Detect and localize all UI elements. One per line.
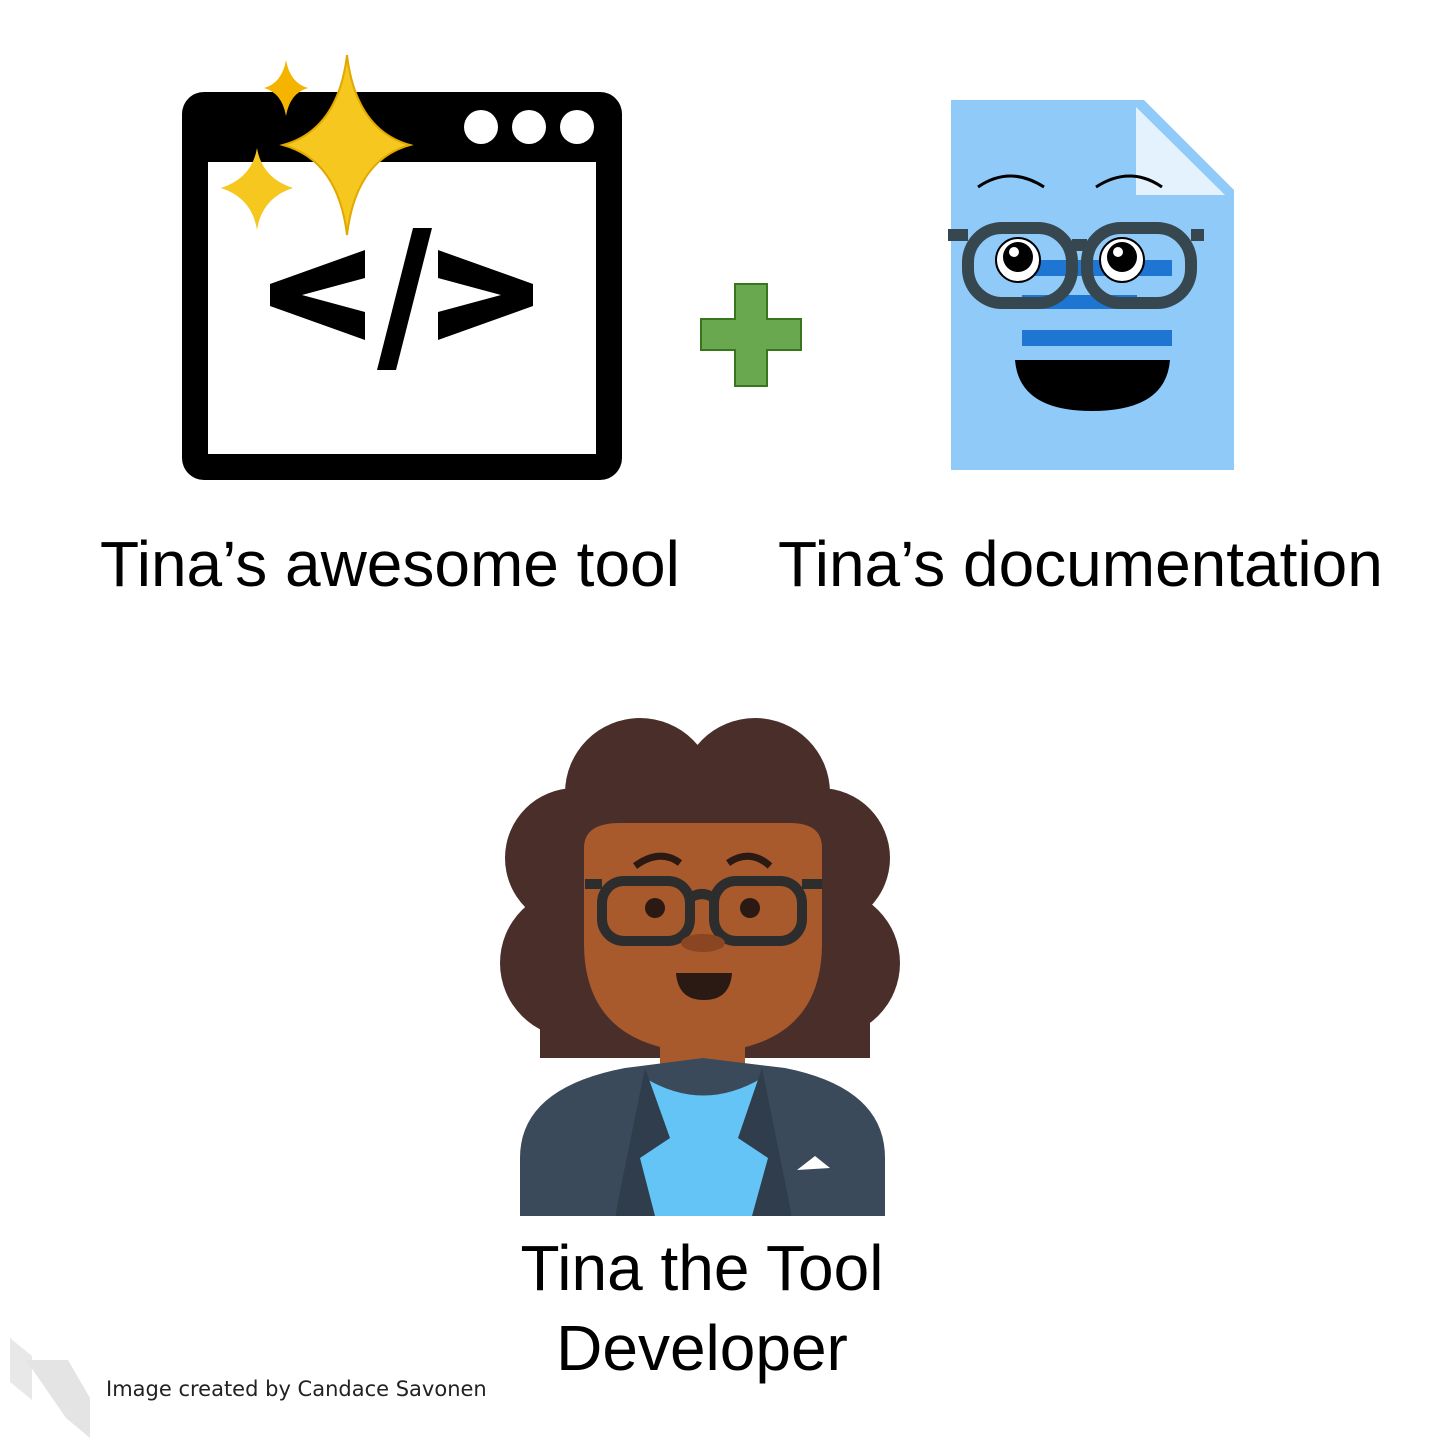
window-dot — [512, 110, 546, 144]
eye — [740, 898, 760, 918]
document-face-icon — [948, 100, 1234, 470]
nose — [681, 934, 725, 952]
image-credit: Image created by Candace Savonen — [106, 1377, 487, 1401]
developer-caption-line2: Developer — [556, 1312, 848, 1384]
tool-caption: Tina’s awesome tool — [100, 528, 680, 600]
window-dot — [464, 110, 498, 144]
developer-avatar-icon — [500, 718, 900, 1216]
code-window-icon — [182, 54, 622, 480]
eye — [645, 898, 665, 918]
text-line — [1022, 330, 1172, 346]
documentation-caption: Tina’s documentation — [778, 528, 1383, 600]
developer-caption: Tina the Tool Developer — [402, 1228, 1002, 1388]
watermark-logo-icon — [10, 1338, 90, 1438]
text-line — [1022, 260, 1172, 276]
window-dot — [560, 110, 594, 144]
plus-icon — [700, 283, 802, 387]
developer-caption-line1: Tina the Tool — [520, 1232, 884, 1304]
